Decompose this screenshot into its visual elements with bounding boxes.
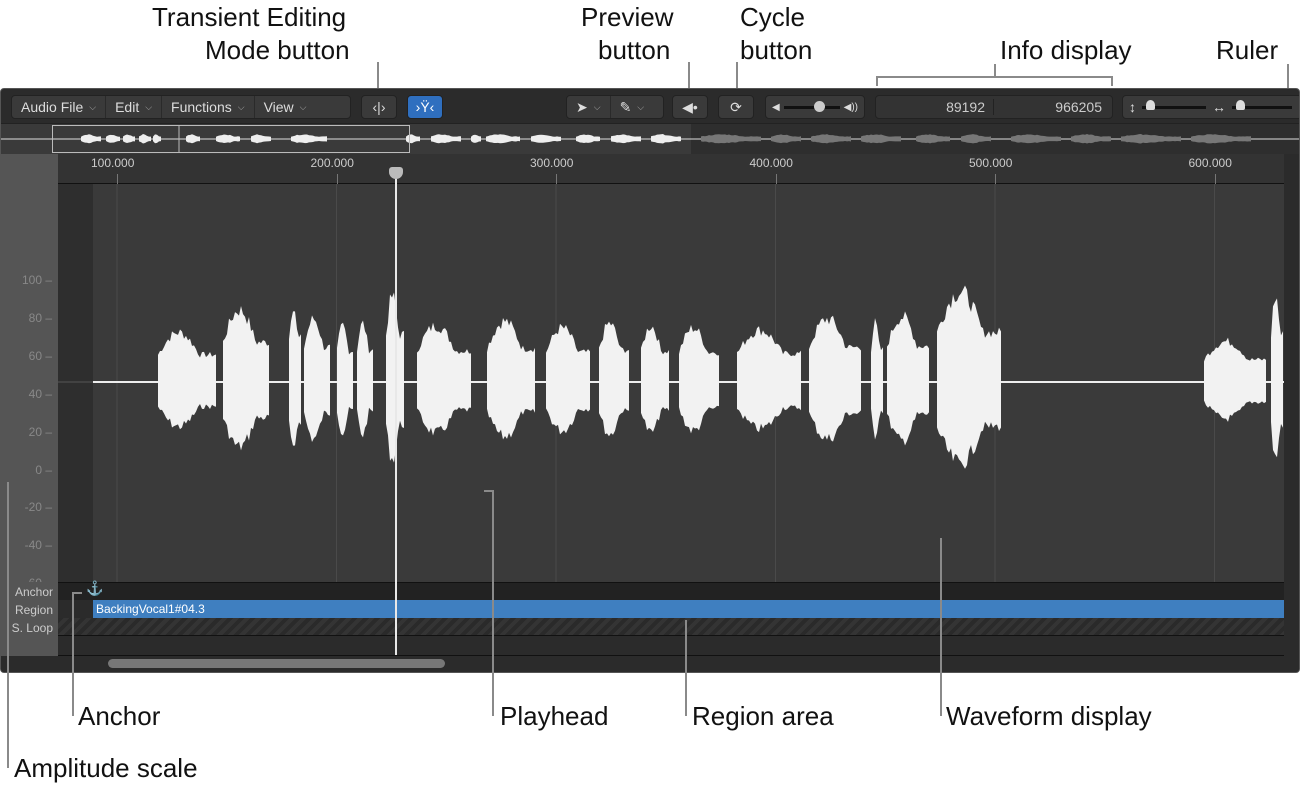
callout-transient-1: Transient Editing bbox=[152, 2, 347, 32]
ruler[interactable]: 100.000 200.000 300.000 400.000 500.000 600.0… bbox=[58, 154, 1284, 184]
overview-visible-area[interactable] bbox=[52, 125, 410, 153]
chevron-down-icon: ⌵ bbox=[237, 101, 245, 112]
cycle-icon: ⟳ bbox=[730, 98, 742, 115]
overview-segment bbox=[811, 134, 851, 144]
menu-label: View bbox=[263, 99, 294, 115]
ruler-tick-label: 500.000 bbox=[969, 156, 1013, 170]
ruler-tick bbox=[336, 174, 338, 184]
menu-label: Edit bbox=[115, 99, 140, 115]
tool-menus: ➤ ⌵ ✎ ⌵ bbox=[566, 95, 664, 119]
amplitude-tick: 0 – bbox=[35, 462, 52, 477]
transient-edit-button[interactable]: ‹|› bbox=[361, 95, 397, 119]
menu-label: Functions bbox=[171, 99, 232, 115]
ruler-tick-label: 300.000 bbox=[530, 156, 574, 170]
amplitude-tick: 100 – bbox=[21, 273, 52, 287]
info-right-value: 966205 bbox=[1055, 99, 1102, 115]
horizontal-zoom-slider[interactable] bbox=[1232, 99, 1292, 110]
overview-segment bbox=[1011, 134, 1061, 144]
ruler-tick bbox=[995, 174, 996, 184]
ruler-tick-label: 600.000 bbox=[1188, 156, 1232, 170]
overview-segment bbox=[1121, 134, 1181, 144]
callout-preview-2: button bbox=[598, 35, 671, 65]
amplitude-tick: -20 – bbox=[24, 500, 52, 515]
volume-slider[interactable]: ◀ ◀)) bbox=[765, 95, 865, 119]
info-display: 89192 966205 bbox=[875, 95, 1113, 119]
ruler-tick bbox=[1214, 174, 1216, 184]
zoom-sliders: ↕ ↔ bbox=[1122, 95, 1299, 119]
amplitude-tick: 60 – bbox=[28, 348, 52, 363]
region-row-label: Region bbox=[14, 603, 53, 617]
speaker-low-icon: ◀ bbox=[772, 101, 780, 113]
amplitude-scale: 100 –80 –60 –40 –20 –0 –-20 –-40 –-60 –-… bbox=[1, 184, 58, 666]
amplitude-tick: 20 – bbox=[28, 424, 52, 439]
callout-cycle-1: Cycle bbox=[740, 2, 806, 32]
ruler-tick bbox=[117, 174, 118, 184]
amplitude-tick: 80 – bbox=[28, 310, 52, 325]
anchor-row-label: Anchor bbox=[14, 585, 53, 599]
overview-strip[interactable] bbox=[1, 123, 1299, 155]
preview-button[interactable]: ◀• bbox=[672, 95, 708, 119]
playhead[interactable] bbox=[395, 175, 397, 655]
overview-segment bbox=[771, 134, 801, 144]
region-bar[interactable]: BackingVocal1#04.3 bbox=[93, 600, 1284, 618]
callout-anchor: Anchor bbox=[78, 701, 161, 731]
waveform-display[interactable] bbox=[58, 184, 1284, 582]
amplitude-tick: 40 – bbox=[28, 386, 52, 401]
callout-info: Info display bbox=[1000, 35, 1132, 65]
transient-marker-icon: ›Ÿ‹ bbox=[415, 99, 435, 115]
menu-bar: Audio File ⌵ Edit ⌵ Functions ⌵ View ⌵ bbox=[11, 95, 351, 119]
anchor-row: ⚓ bbox=[58, 580, 1284, 600]
overview-segment bbox=[701, 134, 761, 144]
chevron-down-icon: ⌵ bbox=[145, 101, 153, 112]
pencil-icon: ✎ bbox=[619, 98, 632, 115]
callout-transient-2: Mode button bbox=[205, 35, 350, 65]
ruler-tick-label: 100.000 bbox=[91, 156, 135, 170]
horizontal-zoom-icon: ↔ bbox=[1212, 99, 1226, 115]
loop-row bbox=[58, 618, 1284, 636]
callout-waveform: Waveform display bbox=[946, 701, 1152, 731]
callout-playhead: Playhead bbox=[500, 701, 609, 731]
ruler-tick bbox=[556, 174, 557, 184]
chevron-down-icon: ⌵ bbox=[89, 101, 97, 112]
audio-file-editor: Audio File ⌵ Edit ⌵ Functions ⌵ View ⌵ ‹|› ›… bbox=[0, 88, 1300, 673]
split-brackets-icon: ‹|› bbox=[372, 99, 386, 115]
callout-cycle-2: button bbox=[740, 35, 813, 65]
ruler-tick bbox=[775, 174, 777, 184]
callout-amplitude: Amplitude scale bbox=[14, 753, 198, 783]
ruler-tick-label: 400.000 bbox=[749, 156, 793, 170]
overview-segment bbox=[861, 134, 901, 144]
loop-row-label: S. Loop bbox=[11, 621, 53, 635]
info-left-value: 89192 bbox=[876, 99, 994, 115]
vertical-zoom-icon: ↕ bbox=[1129, 99, 1136, 115]
speaker-high-icon: ◀)) bbox=[843, 101, 858, 113]
transient-editing-mode-button[interactable]: ›Ÿ‹ bbox=[407, 95, 443, 119]
pencil-tool-menu[interactable]: ✎ ⌵ bbox=[611, 96, 654, 118]
menu-edit[interactable]: Edit ⌵ bbox=[106, 96, 163, 118]
vertical-zoom-slider[interactable] bbox=[1142, 99, 1206, 110]
volume-knob[interactable] bbox=[814, 100, 826, 112]
pointer-tool-menu[interactable]: ➤ ⌵ bbox=[567, 96, 611, 118]
callout-preview-1: Preview bbox=[581, 2, 674, 32]
region-area: BackingVocal1#04.3 bbox=[58, 600, 1284, 618]
overview-segment bbox=[1191, 134, 1251, 144]
menu-view[interactable]: View ⌵ bbox=[255, 96, 316, 118]
callout-ruler: Ruler bbox=[1216, 35, 1279, 65]
overview-segment bbox=[916, 134, 950, 144]
speaker-icon: ◀• bbox=[682, 98, 698, 115]
horizontal-scrollbar[interactable] bbox=[108, 659, 445, 668]
callout-region-area: Region area bbox=[692, 701, 834, 731]
ruler-tick-label: 200.000 bbox=[310, 156, 354, 170]
menu-audio-file[interactable]: Audio File ⌵ bbox=[12, 96, 107, 118]
overview-segment bbox=[1071, 134, 1111, 144]
pointer-icon: ➤ bbox=[576, 98, 588, 115]
chevron-down-icon: ⌵ bbox=[299, 101, 307, 112]
overview-segment bbox=[961, 134, 991, 144]
menu-functions[interactable]: Functions ⌵ bbox=[162, 96, 255, 118]
menu-label: Audio File bbox=[21, 99, 84, 115]
anchor-icon[interactable]: ⚓ bbox=[86, 580, 103, 597]
cycle-button[interactable]: ⟳ bbox=[718, 95, 754, 119]
amplitude-tick: -40 – bbox=[24, 538, 52, 553]
